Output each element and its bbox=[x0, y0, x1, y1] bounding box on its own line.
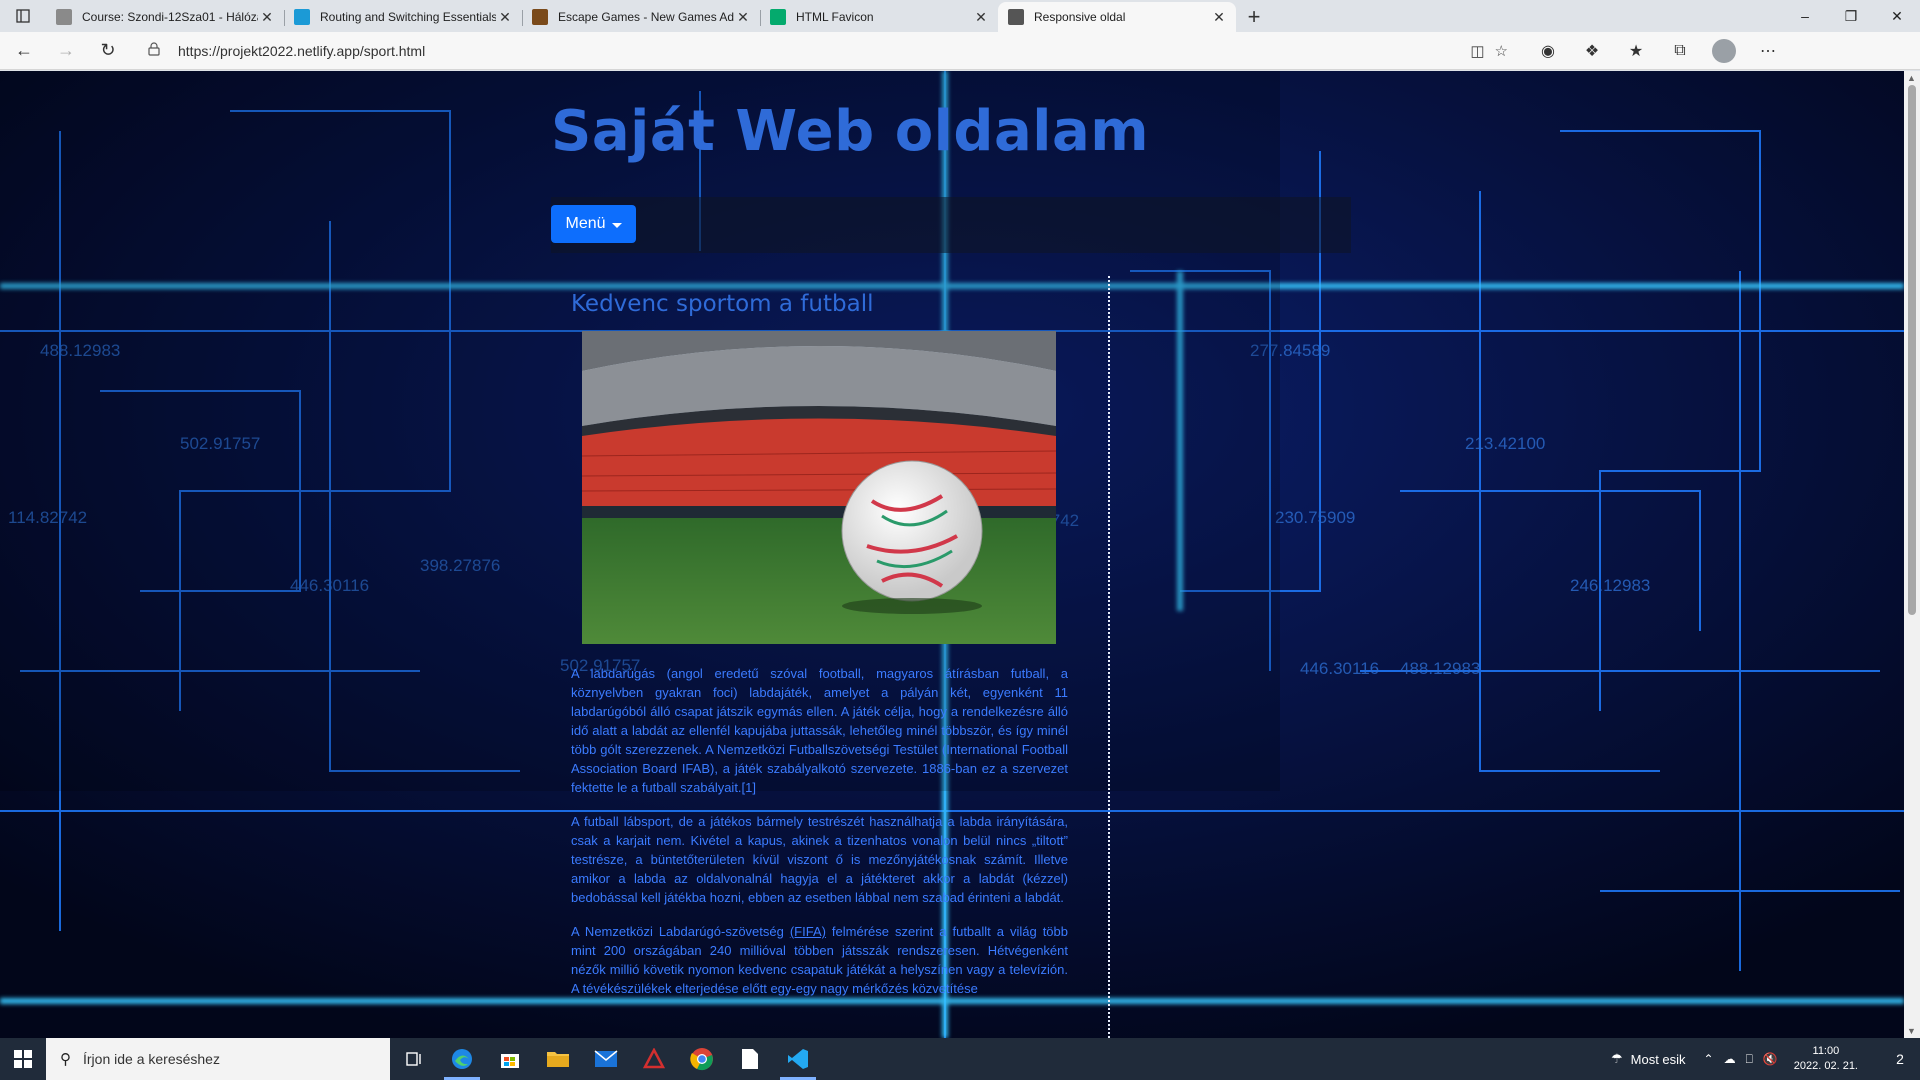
site-title: Saját Web oldalam bbox=[551, 99, 1150, 164]
scroll-down-icon[interactable]: ▼ bbox=[1907, 1026, 1916, 1036]
tab-close-icon[interactable]: ✕ bbox=[734, 8, 752, 26]
background-number: 446.30116 bbox=[1300, 659, 1379, 678]
browser-toolbar: ← → ↻ https://projekt2022.netlify.app/sp… bbox=[0, 32, 1920, 70]
packet-tracer-icon[interactable] bbox=[630, 1038, 678, 1080]
taskbar-search[interactable]: ⚲ Írjon ide a kereséshez bbox=[46, 1038, 390, 1080]
section-title: Kedvenc sportom a futball bbox=[571, 291, 874, 317]
chrome-icon[interactable] bbox=[678, 1038, 726, 1080]
w3schools-favicon-icon bbox=[770, 9, 786, 25]
volume-muted-icon[interactable]: 🔇 bbox=[1763, 1052, 1778, 1067]
forward-button[interactable]: → bbox=[48, 35, 84, 67]
read-aloud-icon[interactable]: ◉ bbox=[1526, 35, 1570, 67]
background-number: 488.12983 bbox=[1400, 659, 1480, 678]
chevron-up-icon[interactable]: ⌃ bbox=[1704, 1052, 1714, 1067]
favorites-icon[interactable]: ★ bbox=[1614, 35, 1658, 67]
network-icon[interactable]: ⎕ bbox=[1746, 1052, 1753, 1067]
scroll-up-icon[interactable]: ▲ bbox=[1907, 73, 1916, 83]
football-stadium-photo bbox=[582, 331, 1056, 644]
close-window-icon[interactable]: ✕ bbox=[1874, 0, 1920, 32]
tab-close-icon[interactable]: ✕ bbox=[1210, 8, 1228, 26]
tab-close-icon[interactable]: ✕ bbox=[258, 8, 276, 26]
file-explorer-icon[interactable] bbox=[534, 1038, 582, 1080]
page-favicon-icon bbox=[1008, 9, 1024, 25]
caret-down-icon bbox=[611, 222, 622, 228]
course-favicon-icon bbox=[56, 9, 72, 25]
browser-tab[interactable]: HTML Favicon ✕ bbox=[760, 2, 998, 32]
tab-title: Responsive oldal bbox=[1034, 10, 1126, 24]
browser-tab-strip: Course: Szondi-12Sza01 - Hálóza ✕ Routing … bbox=[0, 0, 1920, 32]
paragraph-2: A futball lábsport, de a játékos bármely… bbox=[571, 814, 1068, 905]
background-number: 213.42100 bbox=[1465, 434, 1545, 453]
weather-widget[interactable]: ☂ Most esik bbox=[1611, 1051, 1686, 1067]
windows-start-icon[interactable] bbox=[0, 1038, 46, 1080]
browser-tab[interactable]: Escape Games - New Games Adde ✕ bbox=[522, 2, 760, 32]
browser-tab[interactable]: Responsive oldal ✕ bbox=[998, 2, 1236, 32]
restore-icon[interactable]: ❐ bbox=[1828, 0, 1874, 32]
notepad-icon[interactable] bbox=[726, 1038, 774, 1080]
search-icon: ⚲ bbox=[60, 1051, 71, 1068]
mail-icon[interactable] bbox=[582, 1038, 630, 1080]
paragraph-3-prefix: A Nemzetközi Labdarúgó-szövetség bbox=[571, 924, 790, 939]
clock-date: 2022. 02. 21. bbox=[1793, 1060, 1858, 1072]
tab-actions-icon[interactable] bbox=[0, 0, 46, 32]
extensions-icon[interactable]: ❖ bbox=[1570, 35, 1614, 67]
main-content: Kedvenc sportom a futball A labdarúgás (… bbox=[571, 291, 1068, 998]
edge-browser-icon[interactable] bbox=[438, 1038, 486, 1080]
tab-close-icon[interactable]: ✕ bbox=[496, 8, 514, 26]
tab-title: HTML Favicon bbox=[796, 10, 874, 24]
page-viewport: 488.12983 502.91757 114.82742 446.30116 398.… bbox=[0, 71, 1904, 1038]
back-button[interactable]: ← bbox=[6, 35, 42, 67]
task-view-icon[interactable] bbox=[390, 1038, 438, 1080]
browser-tab[interactable]: Course: Szondi-12Sza01 - Hálóza ✕ bbox=[46, 2, 284, 32]
onedrive-cloud-icon[interactable]: ☁ bbox=[1724, 1052, 1736, 1067]
page-scrollbar[interactable]: ▲ ▼ bbox=[1904, 71, 1920, 1038]
cisco-favicon-icon bbox=[294, 9, 310, 25]
weather-text: Most esik bbox=[1630, 1051, 1686, 1067]
notification-count: 2 bbox=[1896, 1051, 1904, 1067]
browser-tab[interactable]: Routing and Switching Essentials ✕ bbox=[284, 2, 522, 32]
url-text: https://projekt2022.netlify.app/sport.ht… bbox=[178, 42, 426, 59]
tab-title: Course: Szondi-12Sza01 - Hálóza bbox=[82, 10, 258, 24]
menu-dropdown-button[interactable]: Menü bbox=[551, 205, 636, 243]
search-placeholder: Írjon ide a kereséshez bbox=[83, 1051, 220, 1067]
settings-more-icon[interactable]: ⋯ bbox=[1746, 35, 1790, 67]
reload-button[interactable]: ↻ bbox=[90, 35, 126, 67]
minimize-icon[interactable]: – bbox=[1782, 0, 1828, 32]
fifa-link[interactable]: (FIFA) bbox=[790, 924, 826, 939]
profile-avatar[interactable] bbox=[1712, 38, 1736, 63]
clock-time: 11:00 bbox=[1812, 1045, 1840, 1057]
new-tab-button[interactable]: + bbox=[1236, 2, 1272, 32]
paragraph-3: A Nemzetközi Labdarúgó-szövetség (FIFA) … bbox=[571, 922, 1068, 998]
tab-close-icon[interactable]: ✕ bbox=[972, 8, 990, 26]
tab-title: Escape Games - New Games Adde bbox=[558, 10, 734, 24]
system-tray: ☂ Most esik ⌃ ☁ ⎕ 🔇 11:00 2022. 02. 21. … bbox=[1611, 1038, 1920, 1080]
navbar bbox=[551, 197, 1351, 253]
add-favorite-icon[interactable]: ☆ bbox=[1495, 42, 1508, 60]
notification-center-icon[interactable]: 2 bbox=[1880, 1051, 1920, 1067]
clock[interactable]: 11:00 2022. 02. 21. bbox=[1794, 1044, 1858, 1074]
umbrella-icon: ☂ bbox=[1610, 1051, 1623, 1066]
background-number: 246.12983 bbox=[1570, 576, 1650, 595]
menu-label: Menü bbox=[565, 215, 606, 232]
store-icon[interactable] bbox=[486, 1038, 534, 1080]
escape-favicon-icon bbox=[532, 9, 548, 25]
collections-icon[interactable]: ⧉ bbox=[1658, 35, 1702, 67]
lock-icon[interactable] bbox=[148, 42, 164, 59]
windows-taskbar: ⚲ Írjon ide a kereséshez ☂ Most esik ⌃ ☁… bbox=[0, 1038, 1920, 1080]
vscode-icon[interactable] bbox=[774, 1038, 822, 1080]
paragraph-1: A labdarúgás (angol eredetű szóval footb… bbox=[571, 666, 1068, 795]
immersive-reader-icon[interactable]: ◫ bbox=[1470, 42, 1484, 60]
column-divider bbox=[1108, 276, 1110, 1038]
background-number: 230.75909 bbox=[1275, 508, 1355, 527]
address-bar[interactable]: https://projekt2022.netlify.app/sport.ht… bbox=[136, 36, 1516, 66]
scrollbar-thumb[interactable] bbox=[1908, 85, 1916, 615]
tab-title: Routing and Switching Essentials bbox=[320, 10, 496, 24]
